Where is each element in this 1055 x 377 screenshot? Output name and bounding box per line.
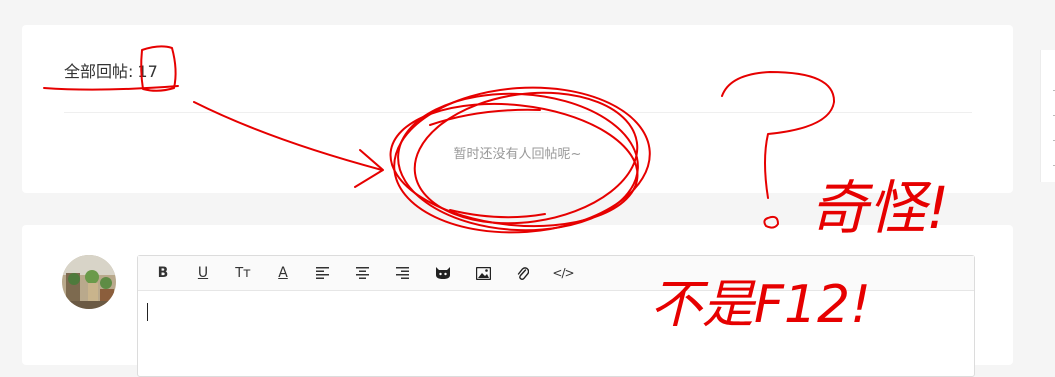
text-size-icon: Tт bbox=[235, 265, 251, 281]
reply-count: 全部回帖: 17 bbox=[64, 58, 158, 82]
replies-card: 全部回帖: 17 暂时还没有人回帖呢~ bbox=[22, 25, 1013, 193]
reply-count-value: 17 bbox=[137, 62, 158, 81]
paperclip-icon bbox=[517, 266, 529, 280]
side-panel-edge bbox=[1040, 50, 1055, 182]
align-left-icon bbox=[316, 267, 329, 279]
image-button[interactable] bbox=[468, 260, 498, 286]
emoji-button[interactable] bbox=[428, 260, 458, 286]
text-caret bbox=[147, 303, 148, 321]
reply-editor-card: B U Tт A </> bbox=[22, 225, 1013, 377]
reply-input[interactable] bbox=[138, 291, 974, 371]
font-color-icon: A bbox=[278, 265, 288, 281]
code-icon: </> bbox=[552, 266, 574, 280]
empty-replies-message: 暂时还没有人回帖呢~ bbox=[453, 147, 582, 162]
font-color-button[interactable]: A bbox=[268, 260, 298, 286]
code-button[interactable]: </> bbox=[548, 260, 578, 286]
font-size-button[interactable]: Tт bbox=[228, 260, 258, 286]
reply-count-label: 全部回帖: bbox=[64, 62, 134, 81]
align-right-button[interactable] bbox=[388, 260, 418, 286]
image-icon bbox=[475, 266, 491, 280]
align-left-button[interactable] bbox=[308, 260, 338, 286]
align-center-button[interactable] bbox=[348, 260, 378, 286]
bold-icon: B bbox=[157, 265, 169, 281]
bold-button[interactable]: B bbox=[148, 260, 178, 286]
editor-toolbar: B U Tт A </> bbox=[138, 256, 974, 291]
cat-icon bbox=[436, 267, 450, 279]
divider bbox=[64, 112, 972, 113]
reply-editor: B U Tт A </> bbox=[137, 255, 975, 377]
underline-icon: U bbox=[197, 265, 209, 281]
underline-button[interactable]: U bbox=[188, 260, 218, 286]
avatar bbox=[62, 255, 116, 309]
align-right-icon bbox=[396, 267, 409, 279]
align-center-icon bbox=[356, 267, 369, 279]
attachment-button[interactable] bbox=[508, 260, 538, 286]
